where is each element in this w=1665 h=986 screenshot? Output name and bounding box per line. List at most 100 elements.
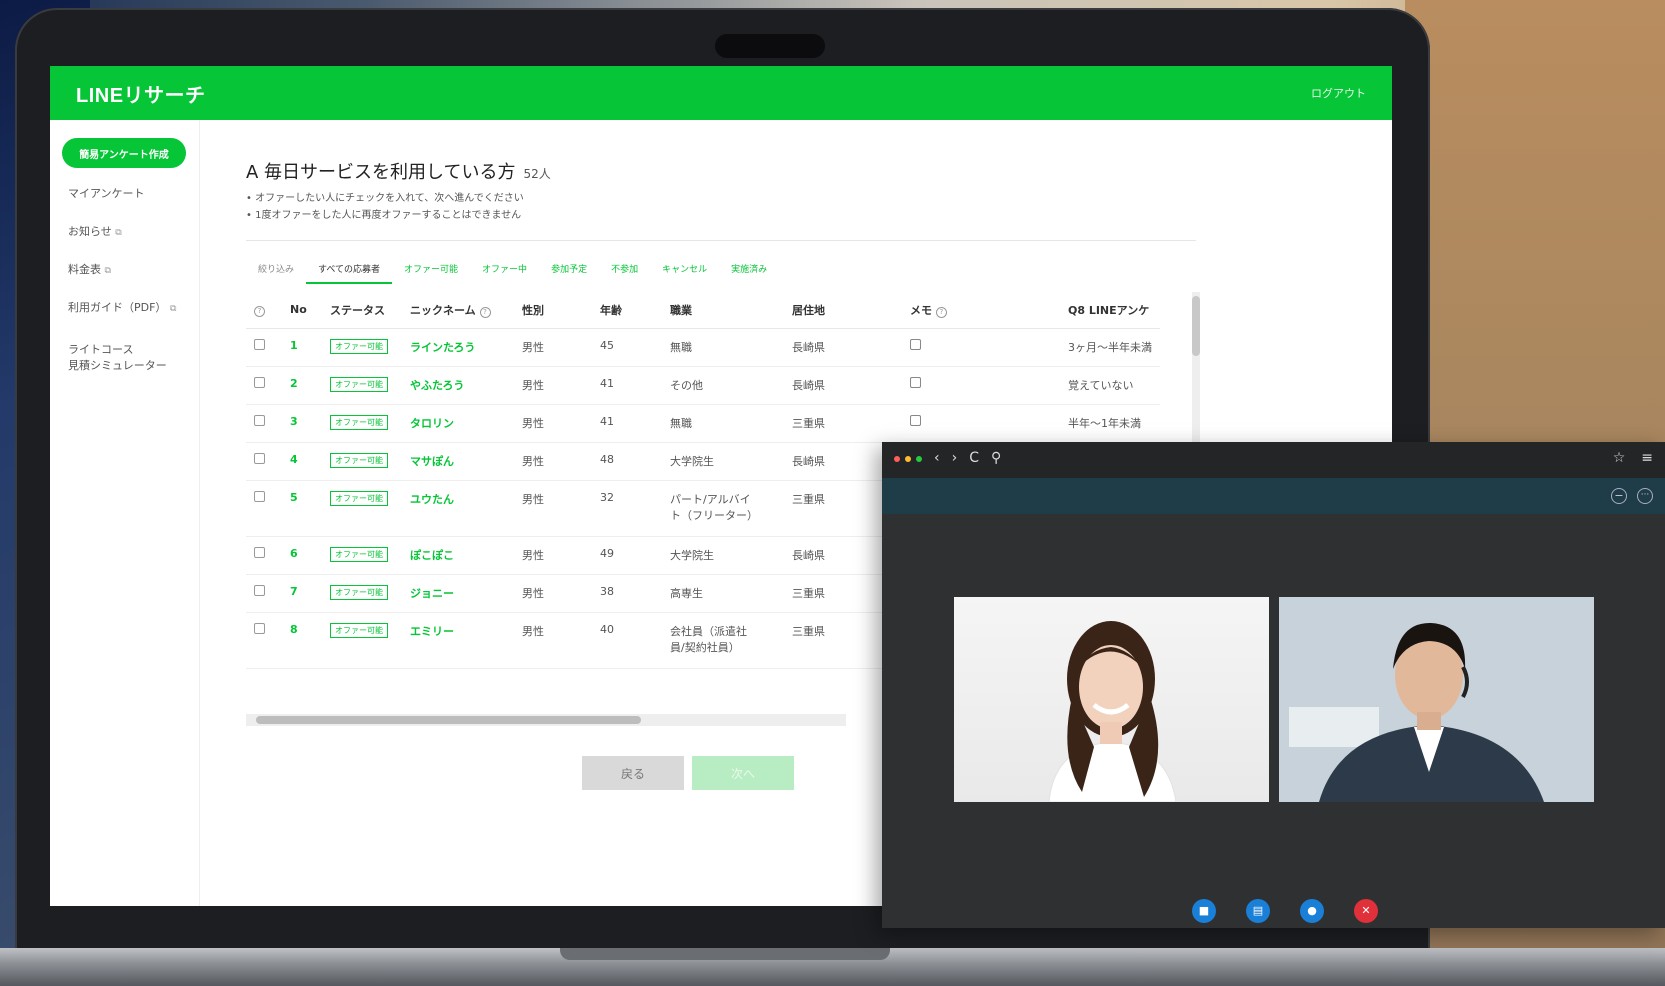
memo-edit-icon[interactable]: [910, 376, 921, 388]
call-controls: ■ ▤ ● ✕: [1192, 899, 1378, 923]
search-icon[interactable]: ⚲: [991, 450, 1001, 466]
nickname-link[interactable]: ユウたん: [402, 480, 514, 537]
more-icon[interactable]: ···: [1637, 488, 1653, 504]
nickname-link[interactable]: ぽこぽこ: [402, 536, 514, 575]
age: 49: [592, 536, 662, 575]
select-all-header[interactable]: ?: [246, 292, 282, 329]
row-checkbox[interactable]: [254, 376, 265, 388]
participant-woman-image: [1048, 621, 1177, 802]
status-badge: オファー可能: [330, 546, 388, 562]
age: 41: [592, 404, 662, 443]
nickname-link[interactable]: マサぽん: [402, 442, 514, 481]
header-memo: メモ ?: [902, 292, 1060, 329]
call-header: [882, 478, 1665, 514]
row-checkbox[interactable]: [254, 490, 265, 502]
job: 無職: [662, 404, 784, 443]
tab-not-participating[interactable]: 不参加: [599, 260, 650, 284]
sidebar-item-guide[interactable]: 利用ガイド（PDF） ⧉: [68, 300, 176, 317]
participant-video-2: [1279, 597, 1594, 802]
tab-planned[interactable]: 参加予定: [539, 260, 599, 284]
header-q8: Q8 LINEアンケ: [1060, 292, 1160, 329]
close-dot[interactable]: [894, 456, 900, 462]
gender: 男性: [514, 366, 592, 405]
logout-link[interactable]: ログアウト: [1311, 85, 1366, 101]
forward-icon[interactable]: ›: [952, 450, 958, 466]
row-checkbox[interactable]: [254, 546, 265, 558]
status-badge: オファー可能: [330, 414, 388, 430]
nickname-link[interactable]: エミリー: [402, 612, 514, 669]
header-job: 職業: [662, 292, 784, 329]
row-no: 5: [282, 480, 322, 537]
instruction-notes: • オファーしたい人にチェックを入れて、次へ進んでください • 1度オファーをし…: [246, 193, 524, 221]
nickname-link[interactable]: やふたろう: [402, 366, 514, 405]
chat-button[interactable]: ●: [1300, 899, 1324, 923]
row-no: 1: [282, 328, 322, 367]
tab-filter[interactable]: 絞り込み: [246, 260, 306, 284]
camera-notch: [715, 34, 825, 58]
laptop-groove: [560, 948, 890, 960]
row-checkbox[interactable]: [254, 584, 265, 596]
memo-edit-icon[interactable]: [910, 414, 921, 426]
nickname-link[interactable]: ラインたろう: [402, 328, 514, 367]
star-icon[interactable]: ☆: [1613, 450, 1626, 466]
maximize-dot[interactable]: [916, 456, 922, 462]
sidebar-item-news[interactable]: お知らせ ⧉: [68, 224, 122, 241]
back-icon[interactable]: ‹: [934, 450, 940, 466]
vertical-scroll-thumb[interactable]: [1192, 296, 1200, 356]
tab-offering[interactable]: オファー中: [470, 260, 539, 284]
window-controls: [894, 456, 922, 462]
status-badge: オファー可能: [330, 338, 388, 354]
minimize-dot[interactable]: [905, 456, 911, 462]
row-no: 2: [282, 366, 322, 405]
gender: 男性: [514, 612, 592, 669]
help-icon: ?: [479, 306, 491, 318]
row-checkbox[interactable]: [254, 414, 265, 426]
q8: 3ヶ月〜半年未満: [1060, 328, 1160, 367]
header-no: No: [282, 292, 322, 329]
job: その他: [662, 366, 784, 405]
browser-toolbar: ‹ › C ⚲ ☆ ≡: [882, 442, 1665, 478]
q8: 覚えていない: [1060, 366, 1160, 405]
row-checkbox[interactable]: [254, 622, 265, 634]
job: 高専生: [662, 574, 784, 613]
row-checkbox[interactable]: [254, 338, 265, 350]
camera-button[interactable]: ■: [1192, 899, 1216, 923]
table-row: 3 オファー可能 タロリン 男性 41 無職 三重県 半年〜1年未満: [246, 404, 1160, 443]
tab-completed[interactable]: 実施済み: [719, 260, 779, 284]
back-button[interactable]: 戻る: [582, 756, 684, 790]
row-checkbox[interactable]: [254, 452, 265, 464]
browser-nav: ‹ › C ⚲: [934, 450, 1001, 466]
area: 長崎県: [784, 328, 902, 367]
create-survey-button[interactable]: 簡易アンケート作成: [62, 138, 186, 168]
menu-icon[interactable]: ≡: [1641, 450, 1653, 466]
q8: 半年〜1年未満: [1060, 404, 1160, 443]
sidebar-item-pricing[interactable]: 料金表 ⧉: [68, 262, 111, 279]
row-no: 8: [282, 612, 322, 669]
sidebar-item-my-survey[interactable]: マイアンケート: [68, 186, 145, 202]
tab-cancelled[interactable]: キャンセル: [650, 260, 719, 284]
minimize-icon[interactable]: −: [1611, 488, 1627, 504]
top-bar: LINEリサーチ ログアウト: [50, 66, 1392, 120]
nickname-link[interactable]: ジョニー: [402, 574, 514, 613]
gender: 男性: [514, 328, 592, 367]
horizontal-scroll-thumb[interactable]: [256, 716, 641, 724]
memo-edit-icon[interactable]: [910, 338, 921, 350]
job: 大学院生: [662, 536, 784, 575]
next-button[interactable]: 次へ: [692, 756, 794, 790]
row-no: 4: [282, 442, 322, 481]
job: 会社員（派遣社 員/契約社員）: [662, 612, 784, 669]
age: 38: [592, 574, 662, 613]
header-age: 年齢: [592, 292, 662, 329]
end-call-button[interactable]: ✕: [1354, 899, 1378, 923]
browser-right-icons: ☆ ≡: [1613, 450, 1653, 466]
tab-offer-available[interactable]: オファー可能: [392, 260, 470, 284]
reload-icon[interactable]: C: [969, 450, 979, 466]
gender: 男性: [514, 404, 592, 443]
nickname-link[interactable]: タロリン: [402, 404, 514, 443]
status-badge: オファー可能: [330, 376, 388, 392]
status-badge: オファー可能: [330, 584, 388, 600]
age: 41: [592, 366, 662, 405]
screen-share-button[interactable]: ▤: [1246, 899, 1270, 923]
sidebar-item-light-course[interactable]: ライトコース 見積シミュレーター: [68, 342, 167, 374]
tab-all-applicants[interactable]: すべての応募者: [306, 260, 393, 284]
